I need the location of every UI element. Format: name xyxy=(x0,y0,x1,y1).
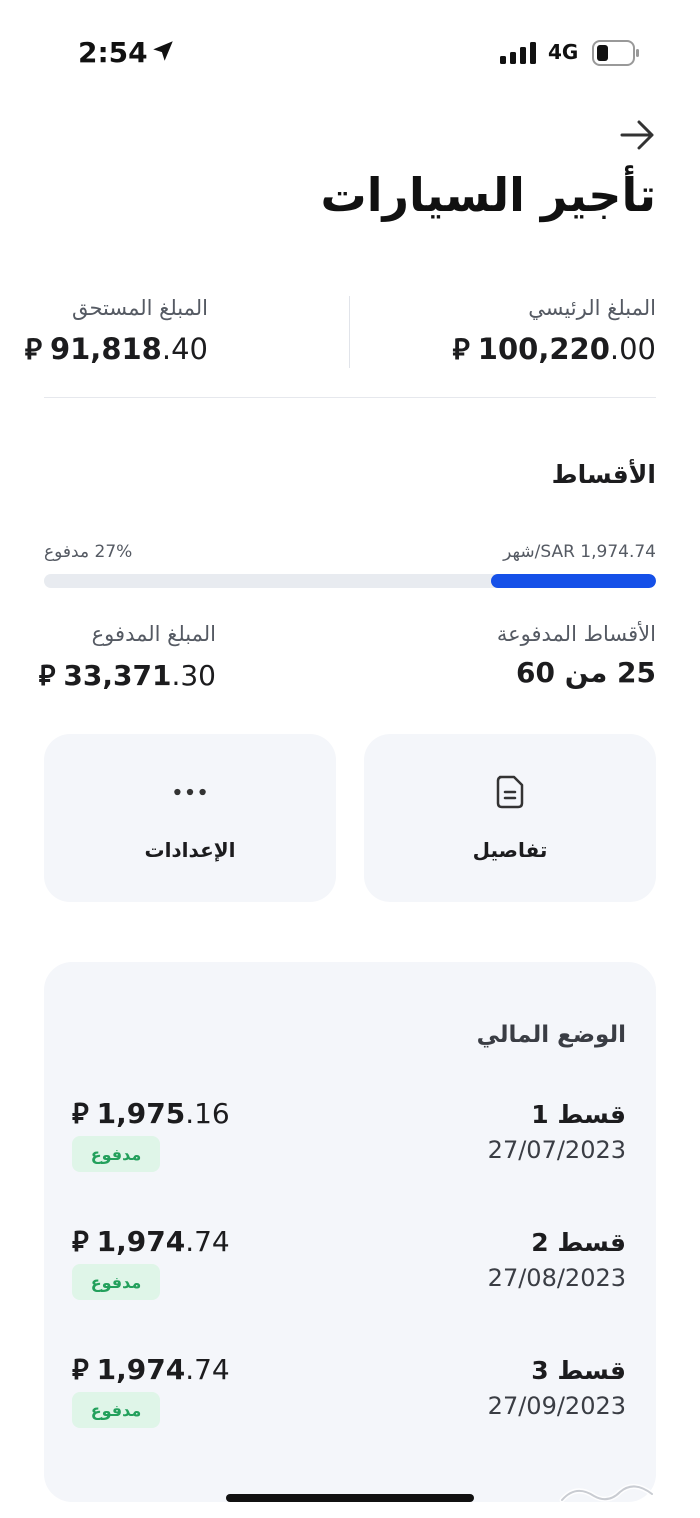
paid-amount-value: ⃁ 33,371.30 xyxy=(39,656,216,693)
installment-amount-dec: .16 xyxy=(185,1097,230,1130)
due-value: ⃁ 91,818.40 xyxy=(25,330,208,368)
paid-installments-label: الأقساط المدفوعة xyxy=(496,622,656,646)
settings-button[interactable]: الإعدادات xyxy=(44,734,336,902)
paid-amount-block: المبلغ المدفوع ⃁ 33,371.30 xyxy=(39,622,216,693)
paid-amount-dec: .30 xyxy=(171,659,216,692)
installment-amount: ⃁ 1,974.74 xyxy=(72,1350,230,1387)
principal-amount-block: المبلغ الرئيسي ⃁ 100,220.00 xyxy=(453,296,656,368)
installment-amount-dec: .74 xyxy=(185,1353,230,1386)
riyal-symbol-icon: ⃁ xyxy=(72,1097,89,1130)
installment-date: 27/08/2023 xyxy=(487,1264,626,1292)
installment-amount: ⃁ 1,974.74 xyxy=(72,1222,230,1259)
paid-percent-label: 27% مدفوع xyxy=(44,542,133,562)
due-dec: .40 xyxy=(161,332,208,366)
riyal-symbol-icon: ⃁ xyxy=(72,1353,89,1386)
arrow-right-icon[interactable] xyxy=(618,118,656,152)
vertical-divider xyxy=(349,296,350,368)
details-button[interactable]: تفاصيل xyxy=(364,734,656,902)
details-label: تفاصيل xyxy=(472,838,548,862)
paid-amount-int: 33,371 xyxy=(63,659,172,692)
status-bar: 2:54 4G xyxy=(0,0,700,100)
haraj-watermark-logo xyxy=(559,1484,655,1503)
installment-amount-dec: .74 xyxy=(185,1225,230,1258)
paid-amount-label: المبلغ المدفوع xyxy=(91,622,216,646)
installment-name: قسط 2 xyxy=(531,1228,626,1257)
principal-int: 100,220 xyxy=(477,332,610,366)
document-icon xyxy=(492,774,528,810)
paid-status-badge: مدفوع xyxy=(72,1392,160,1428)
installment-amount-int: 1,974 xyxy=(96,1353,186,1386)
installment-amount-int: 1,975 xyxy=(96,1097,186,1130)
due-int: 91,818 xyxy=(49,332,162,366)
riyal-symbol-icon: ⃁ xyxy=(38,659,56,692)
network-type: 4G xyxy=(548,40,579,64)
settings-label: الإعدادات xyxy=(144,838,236,862)
installment-row[interactable]: قسط 1 27/07/2023 ⃁ 1,975.16 مدفوع xyxy=(44,1097,656,1210)
installment-row[interactable]: قسط 3 27/09/2023 ⃁ 1,974.74 مدفوع xyxy=(44,1353,656,1466)
paid-installments-value: 25 من 60 xyxy=(516,656,656,689)
signal-bars-icon xyxy=(500,42,536,64)
paid-status-badge: مدفوع xyxy=(72,1136,160,1172)
principal-value: ⃁ 100,220.00 xyxy=(453,330,656,368)
riyal-symbol-icon: ⃁ xyxy=(24,332,42,366)
installment-row[interactable]: قسط 2 27/08/2023 ⃁ 1,974.74 مدفوع xyxy=(44,1225,656,1338)
horizontal-divider xyxy=(44,397,656,398)
riyal-symbol-icon: ⃁ xyxy=(452,332,470,366)
installment-amount: ⃁ 1,975.16 xyxy=(72,1094,230,1131)
page-title: تأجير السيارات xyxy=(320,168,656,222)
due-amount-block: المبلغ المستحق ⃁ 91,818.40 xyxy=(25,296,208,368)
due-label: المبلغ المستحق xyxy=(71,296,208,320)
principal-dec: .00 xyxy=(609,332,656,366)
financial-status-title: الوضع المالي xyxy=(476,1022,626,1048)
financial-status-panel: الوضع المالي قسط 1 27/07/2023 ⃁ 1,975.16 … xyxy=(44,962,656,1502)
principal-label: المبلغ الرئيسي xyxy=(528,296,656,320)
more-dots-icon xyxy=(172,774,208,810)
installments-progress-bar xyxy=(44,574,656,588)
installment-name: قسط 1 xyxy=(531,1100,626,1129)
installment-amount-int: 1,974 xyxy=(96,1225,186,1258)
riyal-symbol-icon: ⃁ xyxy=(72,1225,89,1258)
installment-date: 27/09/2023 xyxy=(487,1392,626,1420)
monthly-amount-label: SAR 1,974.74/شهر xyxy=(503,542,656,562)
installments-progress-fill xyxy=(490,574,656,588)
battery-icon xyxy=(592,40,639,66)
installment-date: 27/07/2023 xyxy=(487,1136,626,1164)
location-arrow-icon xyxy=(153,41,173,61)
home-indicator[interactable] xyxy=(226,1494,474,1502)
paid-installments-block: الأقساط المدفوعة 25 من 60 xyxy=(497,622,656,689)
installment-name: قسط 3 xyxy=(531,1356,626,1385)
status-time: 2:54 xyxy=(78,36,148,69)
paid-status-badge: مدفوع xyxy=(72,1264,160,1300)
installments-title: الأقساط xyxy=(551,460,656,489)
